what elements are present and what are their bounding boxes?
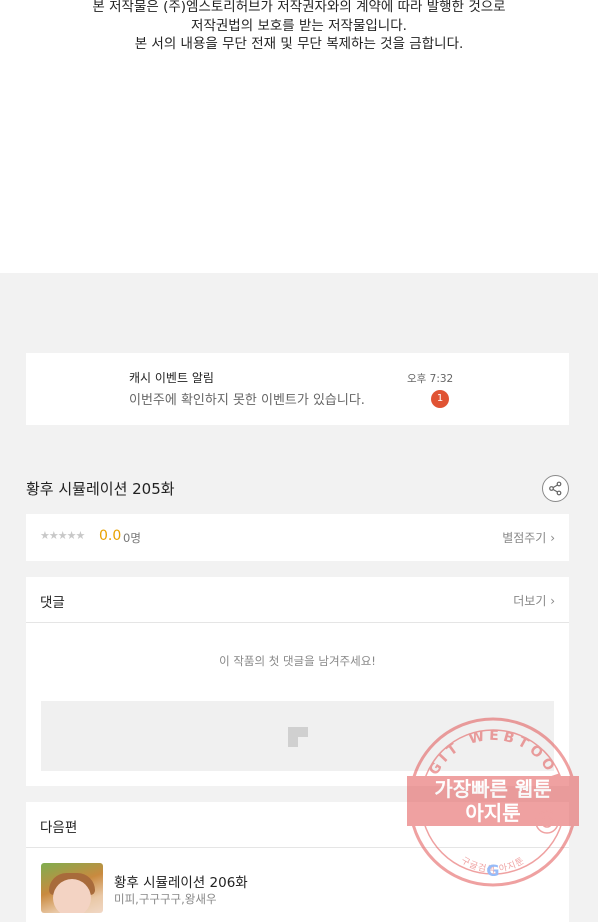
- copyright-section: 본 저작물은 (주)엠스토리허브가 저작권자와의 계약에 따라 발행한 것으로 …: [0, 0, 598, 273]
- next-episode-heading: 다음편: [40, 820, 78, 836]
- copyright-line: 본 서의 내용을 무단 전재 및 무단 복제하는 것을 금합니다.: [134, 36, 464, 52]
- episode-title: 황후 시뮬레이션 205화: [26, 480, 175, 498]
- notification-badge: 1: [431, 390, 449, 408]
- notification-message: 이번주에 확인하지 못한 이벤트가 있습니다.: [129, 393, 365, 408]
- rating-stars-icon: ★★★★★: [40, 529, 85, 542]
- copyright-notice: 본 저작물은 (주)엠스토리허브가 저작권자와의 계약에 따라 발행한 것으로 …: [0, 0, 598, 54]
- watermark-line1: 가장빠른 웹툰: [434, 777, 551, 801]
- notification-time: 오후 7:32: [407, 373, 454, 385]
- watermark-line2: 아지툰: [465, 801, 520, 825]
- rate-button-label: 별점주기: [502, 531, 547, 545]
- rate-button[interactable]: 별점주기 ›: [502, 529, 555, 546]
- copyright-line: 저작권법의 보호를 받는 저작물입니다.: [191, 17, 407, 34]
- copyright-line: 본 저작물은 (주)엠스토리허브가 저작권자와의 계약에 따라 발행한 것으로: [92, 0, 506, 15]
- comments-empty-message: 이 작품의 첫 댓글을 남겨주세요!: [219, 654, 376, 668]
- svg-text:G: G: [486, 861, 499, 880]
- comments-header: 댓글 더보기 ›: [26, 577, 569, 623]
- share-button[interactable]: [542, 475, 569, 502]
- comment-icon: [288, 727, 308, 747]
- next-episode-authors: 미피,구구구구,왕새우: [114, 892, 217, 906]
- chevron-right-icon: ›: [550, 594, 555, 608]
- notification-title: 캐시 이벤트 알림: [129, 371, 214, 385]
- cash-event-notification[interactable]: 캐시 이벤트 알림 이번주에 확인하지 못한 이벤트가 있습니다. 오후 7:3…: [26, 353, 569, 425]
- next-episode-title[interactable]: 황후 시뮬레이션 206화: [114, 871, 248, 891]
- comments-more-button[interactable]: 더보기 ›: [513, 592, 555, 609]
- rating-count: 0명: [123, 531, 141, 545]
- watermark-stamp-icon: AGIT WEBTOON 가장빠른 웹툰 아지툰 구글검색 아지툰 G: [407, 717, 579, 887]
- comments-title: 댓글: [40, 595, 65, 611]
- more-label: 더보기: [513, 594, 547, 608]
- rating-score: 0.0: [99, 528, 122, 544]
- chevron-right-icon: ›: [550, 531, 555, 545]
- rating-panel: ★★★★★ 0.0 0명 별점주기 ›: [26, 514, 569, 561]
- share-icon: [549, 481, 562, 496]
